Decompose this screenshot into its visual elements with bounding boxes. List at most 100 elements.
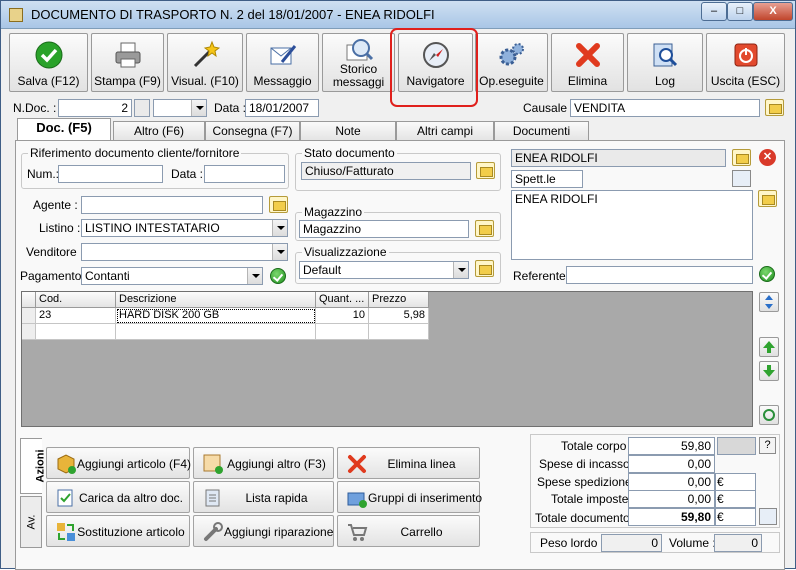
grid-header-descrizione[interactable]: Descrizione — [116, 292, 316, 308]
carica-altro-doc-button[interactable]: Carica da altro doc. — [46, 481, 190, 513]
messaggio-button[interactable]: Messaggio — [246, 33, 319, 92]
lista-rapida-button[interactable]: Lista rapida — [193, 481, 334, 513]
aggiungi-riparazione-button[interactable]: Aggiungi riparazione — [193, 515, 334, 547]
articles-grid: Cod. Descrizione Quant. ... Prezzo 23 HA… — [21, 291, 753, 427]
sostituzione-articolo-label: Sostituzione articolo — [77, 525, 185, 539]
stampa-button[interactable]: Stampa (F9) — [91, 33, 164, 92]
storico-messaggi-button[interactable]: Storico messaggi — [322, 33, 395, 92]
ndoc-series-select[interactable] — [153, 99, 207, 117]
cliente-lookup-icon[interactable] — [732, 170, 751, 187]
tab-altro[interactable]: Altro (F6) — [113, 121, 205, 141]
referente-input[interactable] — [566, 266, 753, 284]
agente-folder-icon[interactable] — [269, 196, 288, 213]
zoom-totals-icon[interactable] — [759, 508, 777, 525]
move-up-button[interactable] — [759, 337, 779, 357]
tab-documenti[interactable]: Documenti — [494, 121, 589, 141]
riferimento-title: Riferimento documento cliente/fornitore — [28, 146, 242, 160]
help-button[interactable]: ? — [759, 437, 776, 454]
grid-cell-empty[interactable] — [369, 324, 429, 340]
chevron-down-icon — [272, 220, 287, 236]
carrello-button[interactable]: Carrello — [337, 515, 480, 547]
delete-line-icon — [348, 455, 366, 473]
volume-value: 0 — [714, 534, 762, 552]
cliente-clear-icon[interactable]: ✕ — [759, 149, 776, 166]
visual-button[interactable]: Visual. (F10) — [167, 33, 243, 92]
grid-cell-empty[interactable] — [36, 324, 116, 340]
maximize-button[interactable]: □ — [727, 2, 753, 21]
grid-header-cod[interactable]: Cod. — [36, 292, 116, 308]
close-window-button[interactable]: X — [753, 2, 793, 21]
sostituzione-articolo-button[interactable]: Sostituzione articolo — [46, 515, 190, 547]
tab-av[interactable]: Av. — [20, 496, 42, 548]
aggiungi-articolo-button[interactable]: Aggiungi articolo (F4) — [46, 447, 191, 479]
grid-cell-prezzo[interactable]: 5,98 — [369, 308, 429, 324]
agente-input[interactable] — [81, 196, 263, 214]
elimina-linea-button[interactable]: Elimina linea — [337, 447, 480, 479]
totale-documento-value: 59,80 — [628, 508, 715, 526]
printer-icon — [115, 42, 140, 68]
grid-header-quantita[interactable]: Quant. ... — [316, 292, 369, 308]
grid-cell-descrizione[interactable]: HARD DISK 200 GB — [116, 308, 316, 324]
gruppi-inserimento-button[interactable]: Gruppi di inserimento — [337, 481, 482, 513]
totale-documento-label: Totale documento : — [535, 511, 637, 525]
carrello-label: Carrello — [400, 525, 443, 539]
tab-note[interactable]: Note — [300, 121, 396, 141]
agente-label: Agente : — [33, 198, 78, 212]
stato-input: Chiuso/Fatturato — [301, 162, 471, 180]
grid-cell-quantita[interactable]: 10 — [316, 308, 369, 324]
data-input[interactable]: 18/01/2007 — [245, 99, 319, 117]
visualizzazione-title: Visualizzazione — [302, 245, 389, 259]
elimina-button[interactable]: Elimina — [551, 33, 624, 92]
spese-incasso-value[interactable]: 0,00 — [628, 455, 715, 473]
causale-folder-icon[interactable] — [765, 99, 784, 116]
magazzino-folder-icon[interactable] — [475, 220, 494, 237]
ndoc-suffix-button[interactable] — [134, 99, 150, 117]
num-input[interactable] — [58, 165, 163, 183]
causale-input[interactable]: VENDITA — [570, 99, 760, 117]
address-folder-icon[interactable] — [758, 190, 777, 207]
visualizzazione-folder-icon[interactable] — [475, 260, 494, 277]
tab-azioni-label: Azioni — [34, 449, 47, 483]
tab-consegna[interactable]: Consegna (F7) — [205, 121, 300, 141]
refresh-grid-button[interactable] — [759, 405, 779, 425]
visualizzazione-select[interactable]: Default — [299, 261, 469, 279]
grid-cell-empty[interactable] — [116, 324, 316, 340]
magic-wand-icon — [193, 40, 220, 68]
move-down-button[interactable] — [759, 361, 779, 381]
pagamento-confirm-icon[interactable] — [270, 268, 286, 284]
spese-incasso-label: Spese di incasso : — [539, 457, 637, 471]
cliente-title-input[interactable]: Spett.le — [511, 170, 583, 188]
venditore-select[interactable] — [81, 243, 288, 261]
arrow-up-icon — [763, 341, 775, 353]
cliente-folder-icon[interactable] — [732, 149, 751, 166]
pagamento-select[interactable]: Contanti — [81, 267, 263, 285]
grid-header-prezzo[interactable]: Prezzo — [369, 292, 429, 308]
spese-spedizione-value[interactable]: 0,00 — [628, 473, 715, 491]
rif-data-input[interactable] — [204, 165, 285, 183]
uscita-button[interactable]: Uscita (ESC) — [706, 33, 785, 92]
grid-cell-cod[interactable]: 23 — [36, 308, 116, 324]
magazzino-input[interactable]: Magazzino — [299, 220, 469, 238]
log-label: Log — [654, 74, 676, 88]
replace-article-icon — [57, 523, 75, 541]
referente-confirm-icon[interactable] — [759, 266, 775, 282]
grid-row-indicator[interactable] — [22, 324, 36, 340]
stato-folder-icon[interactable] — [476, 162, 495, 179]
tab-azioni[interactable]: Azioni — [20, 438, 47, 494]
sort-button[interactable] — [759, 292, 779, 312]
chevron-down-icon — [191, 100, 206, 116]
tab-altri-campi[interactable]: Altri campi — [396, 121, 494, 141]
aggiungi-altro-button[interactable]: Aggiungi altro (F3) — [193, 447, 334, 479]
minimize-button[interactable]: – — [701, 2, 727, 21]
ndoc-input[interactable]: 2 — [58, 99, 132, 117]
grid-row-indicator[interactable] — [22, 308, 36, 324]
totale-imposte-label: Totale imposte : — [551, 492, 636, 506]
salva-button[interactable]: Salva (F12) — [9, 33, 88, 92]
grid-cell-empty[interactable] — [316, 324, 369, 340]
pagamento-value: Contanti — [85, 269, 130, 283]
listino-select[interactable]: LISTINO INTESTATARIO — [81, 219, 288, 237]
op-eseguite-button[interactable]: Op.eseguite — [475, 33, 548, 92]
tab-doc[interactable]: Doc. (F5) — [17, 118, 111, 141]
log-button[interactable]: Log — [627, 33, 703, 92]
cliente-address[interactable]: ENEA RIDOLFI — [511, 190, 753, 260]
